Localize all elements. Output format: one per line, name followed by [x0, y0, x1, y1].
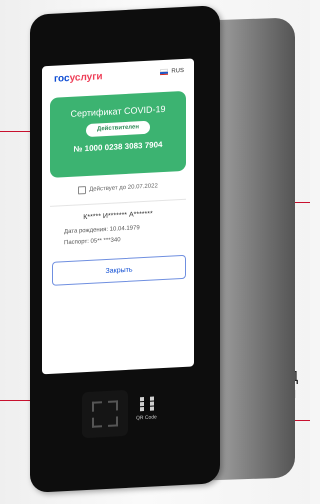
- certificate-card: Сертификат COVID-19 Действителен № 1000 …: [50, 90, 186, 178]
- qr-code-label: QR Code: [136, 414, 157, 422]
- validity-row: Действует до 20.07.2022: [42, 180, 194, 196]
- screen-header: госуслуги RUS: [42, 66, 194, 88]
- calendar-icon: [78, 186, 87, 195]
- validity-text: Действует до 20.07.2022: [89, 183, 158, 193]
- qr-scanner-window: [82, 389, 128, 439]
- holder-passport: Паспорт: 05** ***340: [64, 237, 121, 247]
- holder-dob: Дата рождения: 10.04.1979: [64, 225, 140, 236]
- close-button[interactable]: Закрыть: [52, 254, 186, 286]
- device-screen: госуслуги RUS Сертификат COVID-19 Действ…: [42, 58, 194, 375]
- status-badge: Действителен: [86, 120, 150, 138]
- certificate-title: Сертификат COVID-19: [70, 103, 166, 119]
- certificate-number: № 1000 0238 3083 7904: [73, 140, 163, 154]
- gosuslugi-logo: госуслуги: [54, 71, 103, 85]
- language-label: RUS: [171, 67, 184, 75]
- holder-name: К***** И******* А*******: [83, 210, 153, 222]
- qr-code-icon: [140, 396, 154, 412]
- kiosk-device: госуслуги RUS Сертификат COVID-19 Действ…: [30, 5, 220, 493]
- divider: [50, 198, 186, 207]
- scan-frame-icon: [92, 400, 118, 428]
- russia-flag-icon: [160, 68, 169, 76]
- language-switch[interactable]: RUS: [160, 67, 184, 76]
